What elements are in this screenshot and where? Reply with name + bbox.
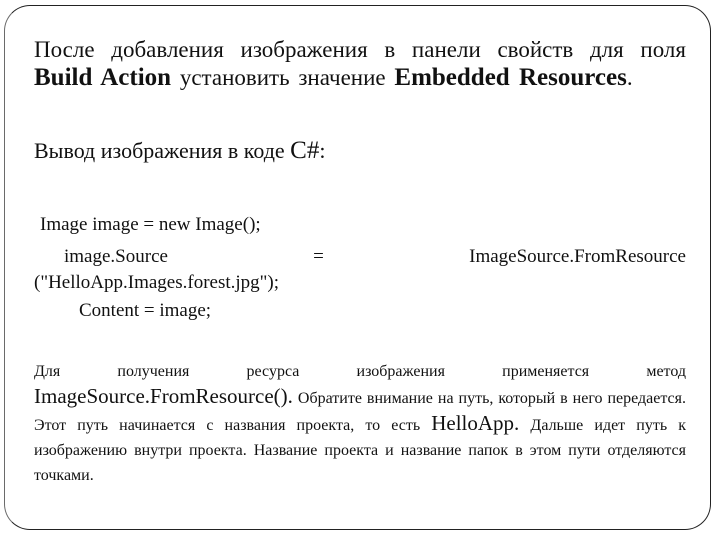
code-line-2-equals: =: [313, 246, 324, 267]
word: метод: [646, 363, 686, 380]
code-line-2: image.Source = ImageSource.FromResource …: [34, 244, 686, 296]
explanation-first-line: Для получения ресурса изображения примен…: [34, 359, 686, 384]
word: получения: [117, 363, 190, 380]
intro-period: .: [626, 65, 633, 90]
intro-paragraph: После добавления изображения в панели св…: [34, 36, 686, 92]
code-line-1: Image image = new Image();: [40, 214, 261, 235]
embedded-resources-term: Embedded Resources: [394, 64, 627, 91]
project-name: HelloApp.: [431, 411, 520, 435]
word: применяется: [502, 363, 590, 380]
word: Для: [34, 363, 61, 380]
code-line-4: Content = image;: [79, 300, 212, 321]
code-heading-text: Вывод изображения в коде: [34, 138, 291, 163]
code-heading: Вывод изображения в коде C#:: [34, 137, 686, 165]
code-language: C#: [290, 137, 320, 164]
code-line-2-left: image.Source: [64, 246, 168, 267]
intro-text: После добавления изображения в панели св…: [34, 37, 686, 62]
word: изображения: [356, 363, 445, 380]
build-action-term: Build Action: [34, 64, 172, 91]
code-line-3: ("HelloApp.Images.forest.jpg");: [34, 272, 280, 293]
code-heading-colon: :: [319, 138, 326, 163]
code-line-2-right: ImageSource.FromResource: [469, 246, 686, 267]
method-name: ImageSource.FromResource().: [34, 384, 293, 408]
intro-text-2: установить значение: [171, 65, 395, 90]
explanation-body: ImageSource.FromResource(). Обратите вни…: [34, 384, 686, 488]
word: ресурса: [246, 363, 300, 380]
explanation-paragraph: Для получения ресурса изображения примен…: [34, 359, 686, 488]
